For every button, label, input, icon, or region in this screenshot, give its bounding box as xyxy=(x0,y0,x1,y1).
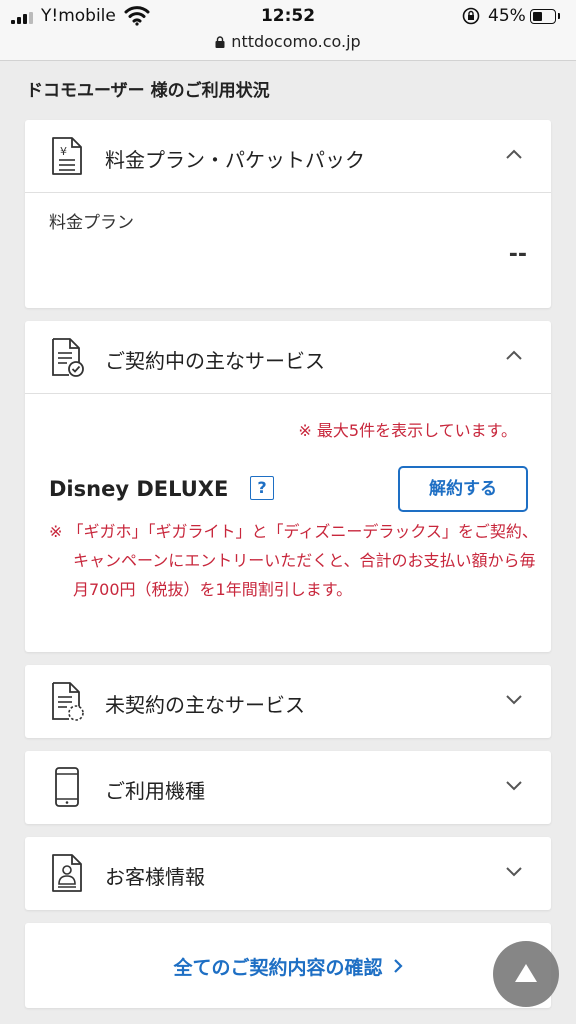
plan-label: 料金プラン xyxy=(49,213,134,233)
chevron-down-icon[interactable] xyxy=(505,779,523,791)
uncontracted-services-card[interactable]: 未契約の主なサービス xyxy=(25,665,551,738)
plan-value: -- xyxy=(508,242,527,267)
service-name: Disney DELUXE xyxy=(49,477,229,501)
contracted-services-title: ご契約中の主なサービス xyxy=(105,349,325,373)
url-text: nttdocomo.co.jp xyxy=(231,32,361,51)
all-contracts-card[interactable]: 全てのご契約内容の確認 xyxy=(25,923,551,1008)
plan-card-title: 料金プラン・パケットパック xyxy=(105,148,365,172)
chevron-up-icon[interactable] xyxy=(505,148,523,160)
padlock-icon xyxy=(215,36,225,48)
battery-percentage: 45% xyxy=(488,6,526,26)
uncontracted-services-title: 未契約の主なサービス xyxy=(105,693,305,717)
campaign-note: ※ 「ギガホ」「ギガライト」と「ディズニーデラックス」をご契約、キャンペーンにエ… xyxy=(49,522,538,599)
chevron-down-icon[interactable] xyxy=(505,693,523,705)
page-title: ドコモユーザー 様のご利用状況 xyxy=(26,81,270,101)
max-items-notice: ※ 最大5件を表示しています。 xyxy=(298,421,517,440)
smartphone-icon xyxy=(55,767,79,807)
battery-icon xyxy=(530,9,560,24)
person-card-icon xyxy=(52,854,82,892)
customer-info-header[interactable]: お客様情報 xyxy=(25,837,551,909)
document-dashed-icon xyxy=(52,682,84,721)
scroll-to-top-button[interactable] xyxy=(493,941,559,1007)
plan-card-header[interactable]: ¥ 料金プラン・パケットパック xyxy=(25,120,551,193)
contracted-services-card: ご契約中の主なサービス ※ 最大5件を表示しています。 Disney DELUX… xyxy=(25,321,551,652)
rotation-lock-icon xyxy=(462,7,480,25)
device-header[interactable]: ご利用機種 xyxy=(25,751,551,823)
yen-document-icon: ¥ xyxy=(52,137,82,175)
all-contracts-link-label: 全てのご契約内容の確認 xyxy=(173,957,383,979)
device-card[interactable]: ご利用機種 xyxy=(25,751,551,824)
contracted-services-header[interactable]: ご契約中の主なサービス xyxy=(25,321,551,394)
all-contracts-link[interactable]: 全てのご契約内容の確認 xyxy=(25,953,551,980)
address-bar[interactable]: nttdocomo.co.jp xyxy=(0,32,576,51)
cancel-contract-button[interactable]: 解約する xyxy=(398,466,528,512)
customer-info-title: お客様情報 xyxy=(105,865,205,889)
triangle-up-icon xyxy=(515,964,537,982)
help-icon[interactable]: ? xyxy=(250,476,274,500)
svg-text:¥: ¥ xyxy=(60,145,67,158)
plan-card: ¥ 料金プラン・パケットパック 料金プラン -- xyxy=(25,120,551,308)
chevron-up-icon[interactable] xyxy=(505,349,523,361)
status-bar: Y!mobile 12:52 45% nttdocomo.co.jp xyxy=(0,0,576,61)
document-check-icon xyxy=(52,338,84,377)
customer-info-card[interactable]: お客様情報 xyxy=(25,837,551,910)
chevron-down-icon[interactable] xyxy=(505,865,523,877)
chevron-right-icon xyxy=(393,959,403,973)
uncontracted-services-header[interactable]: 未契約の主なサービス xyxy=(25,665,551,737)
device-title: ご利用機種 xyxy=(105,779,205,803)
